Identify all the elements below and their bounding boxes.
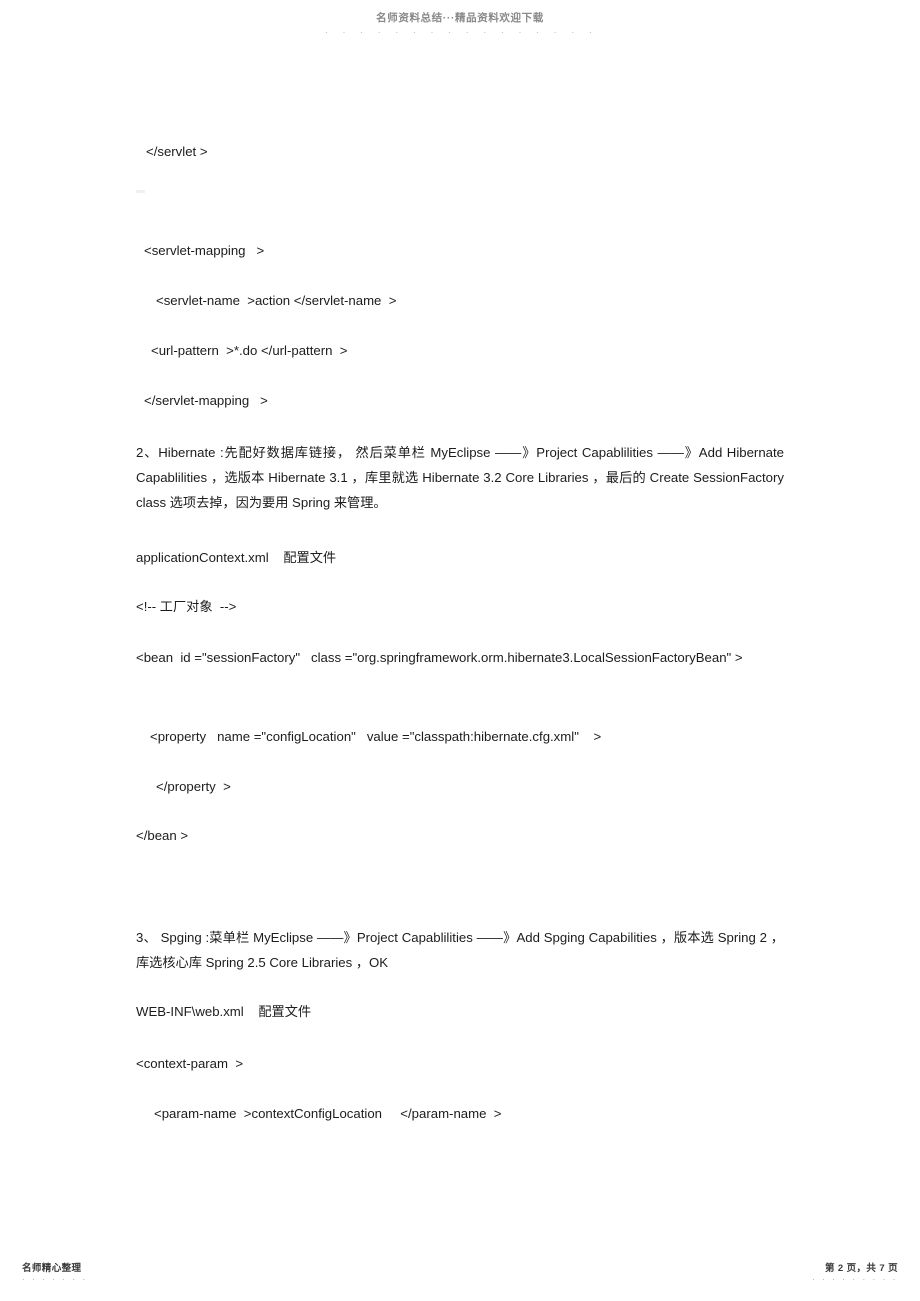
text-block-context-param-open: <context-param > <box>136 1056 244 1071</box>
text-block-url-pattern-line: <url-pattern >*.do </url-pattern > <box>151 343 348 358</box>
text-block-servlet-mapping-close: </servlet-mapping > <box>144 393 268 408</box>
scan-artifact-smudge <box>136 190 145 193</box>
text-block-spring-paragraph: 3、 Spging :菜单栏 MyEclipse ——》Project Capa… <box>136 930 784 970</box>
text-block-hibernate-paragraph: 2、Hibernate :先配好数据库链接， 然后菜单栏 MyEclipse —… <box>136 445 784 510</box>
text-block-webxml-title: WEB-INF\web.xml 配置文件 <box>136 1004 312 1019</box>
footer-left: 名师精心整理 · · · · · · · <box>22 1263 88 1284</box>
document-page: 名师资料总结···精品资料欢迎下载 · · · · · · · · · · · … <box>0 0 920 1301</box>
text-block-servlet-mapping-open: <servlet-mapping > <box>144 243 265 258</box>
text-block-servlet-name-line: <servlet-name >action </servlet-name > <box>156 293 397 308</box>
text-block-property-line: <property name ="configLocation" value =… <box>150 729 602 744</box>
footer-right-dotted-rule: · · · · · · · · · <box>812 1275 898 1284</box>
text-block-bean-close: </bean > <box>136 828 189 843</box>
text-block-appcontext-title: applicationContext.xml 配置文件 <box>136 550 337 565</box>
header-dotted-rule: · · · · · · · · · · · · · · · · <box>324 27 596 37</box>
footer-right: 第 2 页，共 7 页 · · · · · · · · · <box>812 1263 898 1284</box>
text-block-servlet-close: </servlet > <box>146 144 208 159</box>
text-block-property-close: </property > <box>156 779 231 794</box>
page-number-text: 第 2 页，共 7 页 <box>824 1263 898 1274</box>
footer-left-dotted-rule: · · · · · · · <box>22 1275 88 1284</box>
page-header-watermark: 名师资料总结···精品资料欢迎下载 · · · · · · · · · · · … <box>0 8 920 37</box>
text-block-factory-comment: <!-- 工厂对象 --> <box>136 599 237 614</box>
text-block-param-name-line: <param-name >contextConfigLocation </par… <box>154 1106 502 1121</box>
text-block-bean-open: <bean id ="sessionFactory" class ="org.s… <box>136 650 743 665</box>
header-watermark-text: 名师资料总结···精品资料欢迎下载 <box>376 12 544 24</box>
page-footer: 名师精心整理 · · · · · · · 第 2 页，共 7 页 · · · ·… <box>0 1263 920 1293</box>
footer-left-text: 名师精心整理 <box>22 1263 82 1274</box>
